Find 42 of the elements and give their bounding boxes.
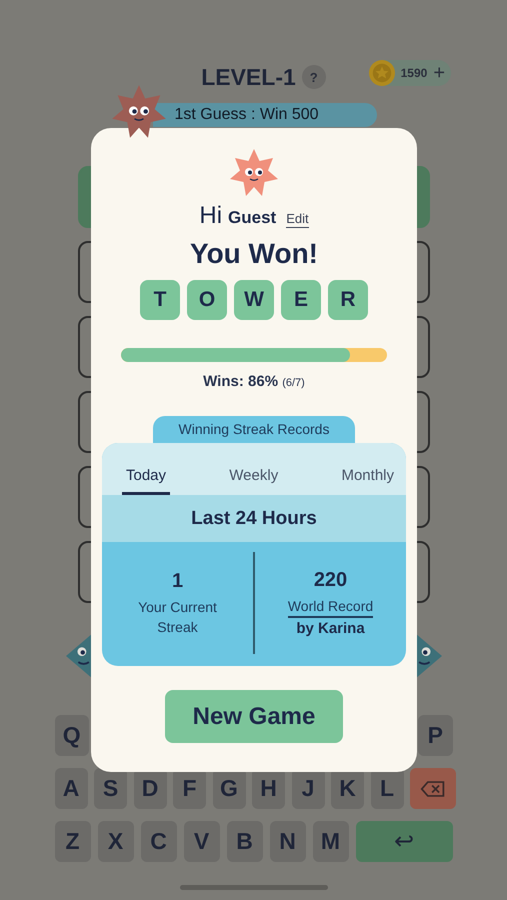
- letter-tile: T: [140, 280, 180, 320]
- win-rate-text: Wins: 86% (6/7): [203, 373, 305, 390]
- period-label: Last 24 Hours: [102, 495, 406, 542]
- period-tab[interactable]: Monthly: [337, 443, 398, 495]
- enter-key[interactable]: ↩: [356, 821, 452, 862]
- stat-label: Your Current Streak: [137, 598, 218, 636]
- coin-icon: [368, 60, 395, 86]
- letter-key[interactable]: Z: [54, 821, 90, 862]
- letter-key[interactable]: A: [54, 768, 88, 809]
- letter-tile: E: [281, 280, 321, 320]
- letter-key[interactable]: N: [270, 821, 306, 862]
- greeting: Hi: [199, 202, 222, 230]
- add-coins[interactable]: +: [433, 63, 445, 83]
- records-title: Winning Streak Records: [153, 416, 355, 443]
- letter-key[interactable]: M: [312, 821, 348, 862]
- coin-count: 1590: [400, 66, 428, 80]
- letter-key[interactable]: Q: [54, 715, 89, 756]
- record-holder: by Karina: [296, 620, 365, 637]
- letter-key[interactable]: V: [184, 821, 220, 862]
- edit-link[interactable]: Edit: [286, 211, 309, 228]
- letter-key[interactable]: P: [418, 715, 452, 756]
- level-title: LEVEL-1: [201, 64, 296, 90]
- letter-tile: O: [187, 280, 227, 320]
- result-title: You Won!: [190, 238, 318, 270]
- help-button[interactable]: ?: [302, 65, 326, 89]
- letter-key[interactable]: B: [226, 821, 262, 862]
- user-name: Guest: [228, 208, 276, 228]
- letter-tile: W: [234, 280, 274, 320]
- stat-value: 1: [172, 570, 184, 592]
- reward-banner: 1st Guess : Win 500: [152, 103, 376, 127]
- letter-key[interactable]: X: [98, 821, 134, 862]
- letter-key[interactable]: S: [94, 768, 127, 809]
- stat-value: 220: [314, 569, 348, 592]
- new-game-button[interactable]: New Game: [165, 690, 343, 743]
- backspace-key[interactable]: [410, 768, 456, 809]
- letter-key[interactable]: C: [140, 821, 176, 862]
- letter-tile: R: [328, 280, 368, 320]
- coin-balance[interactable]: 1590 +: [368, 60, 451, 86]
- backspace-icon: [420, 780, 446, 798]
- period-tab[interactable]: Weekly: [225, 443, 282, 495]
- star-mascot: [230, 149, 278, 196]
- world-record-link[interactable]: World Record: [288, 596, 374, 618]
